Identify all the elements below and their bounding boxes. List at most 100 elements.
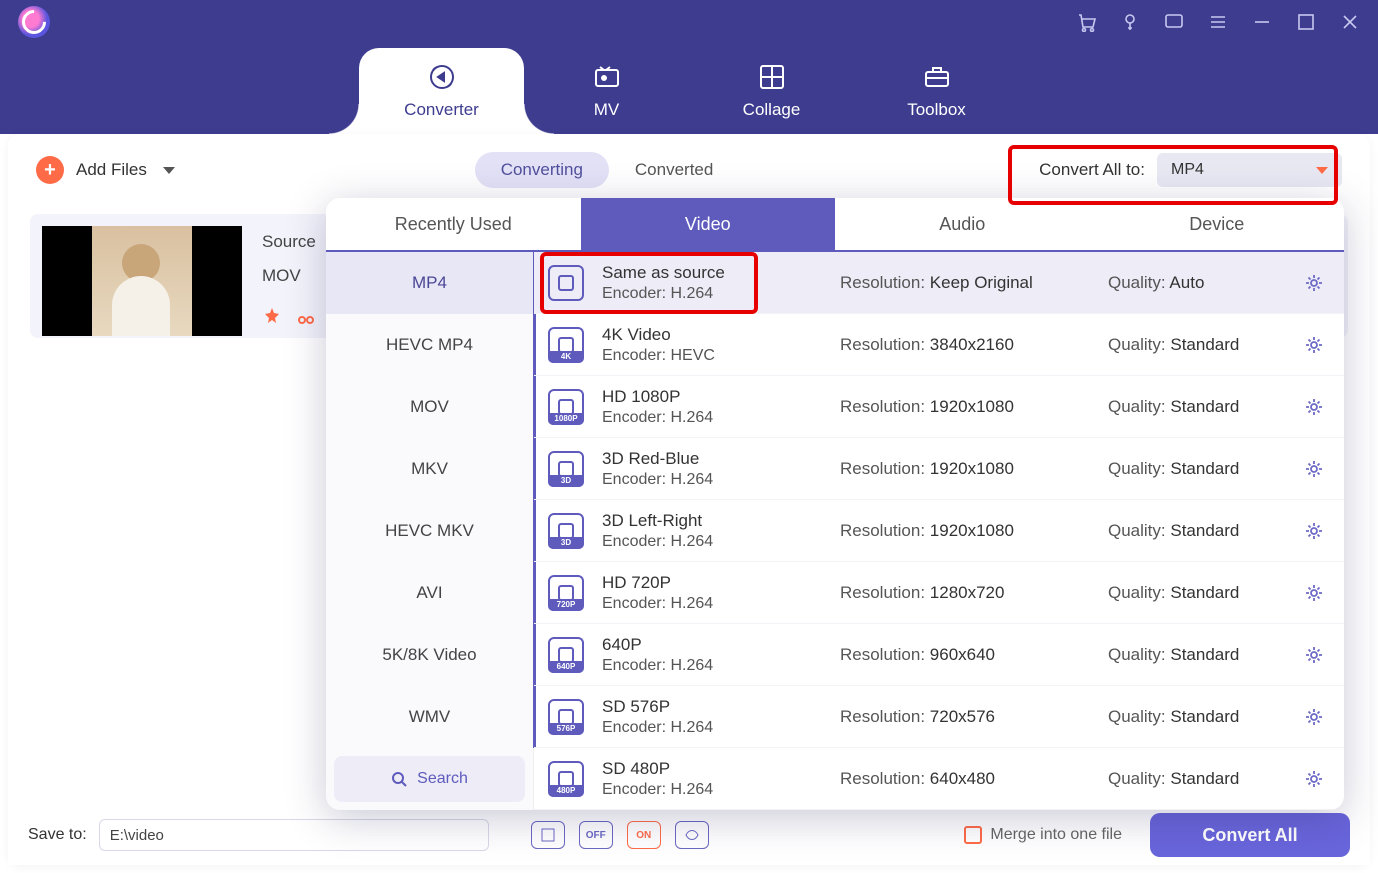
preset-quality: Quality: Standard [1108,459,1286,479]
preset-encoder: Encoder: H.264 [602,781,822,799]
tab-audio[interactable]: Audio [835,198,1090,250]
cart-icon[interactable] [1076,12,1096,32]
key-icon[interactable] [1120,12,1140,32]
preset-title: HD 1080P [602,387,822,407]
preset-title: 640P [602,635,822,655]
menu-icon[interactable] [1208,12,1228,32]
preset-encoder: Encoder: H.264 [602,533,822,551]
tab-converted[interactable]: Converted [609,152,739,188]
format-item[interactable]: MKV [326,438,533,500]
preset-row[interactable]: 3D3D Left-RightEncoder: H.264Resolution:… [534,500,1344,562]
gear-icon[interactable] [1304,583,1324,603]
search-icon [391,771,407,787]
format-item[interactable]: MOV [326,376,533,438]
save-path-input[interactable] [99,819,489,851]
effects-icon[interactable] [262,306,282,326]
gear-icon[interactable] [1304,521,1324,541]
tab-recently-used[interactable]: Recently Used [326,198,581,250]
converter-icon [427,62,457,92]
preset-icon [548,265,584,301]
format-item[interactable]: AVI [326,562,533,624]
gear-icon[interactable] [1304,273,1324,293]
add-files-label: Add Files [76,160,147,180]
preset-name-col: 640PEncoder: H.264 [602,635,822,675]
popup-tabs: Recently Used Video Audio Device [326,198,1344,252]
format-item[interactable]: HEVC MP4 [326,314,533,376]
cut-icon[interactable] [296,306,316,326]
close-icon[interactable] [1340,12,1360,32]
gear-icon[interactable] [1304,335,1324,355]
toggle-1[interactable] [531,821,565,849]
merge-label: Merge into one file [990,826,1122,844]
convert-all-button[interactable]: Convert All [1150,813,1350,857]
preset-row[interactable]: 480PSD 480PEncoder: H.264Resolution: 640… [534,748,1344,810]
source-label: Source [262,232,316,252]
preset-icon: 720P [548,575,584,611]
format-sidebar: MP4HEVC MP4MOVMKVHEVC MKVAVI5K/8K VideoW… [326,252,534,810]
collage-icon [757,62,787,92]
minimize-icon[interactable] [1252,12,1272,32]
maximize-icon[interactable] [1296,12,1316,32]
preset-row[interactable]: 640P640PEncoder: H.264 Resolution: 960x64… [534,624,1344,686]
preset-row[interactable]: 4K4K VideoEncoder: HEVCResolution: 3840x… [534,314,1344,376]
search-button[interactable]: Search [334,756,525,802]
format-dropdown[interactable]: MP4 [1157,153,1342,187]
format-item[interactable]: HEVC MKV [326,500,533,562]
toolbar: + Add Files Converting Converted Convert… [8,146,1370,194]
preset-row[interactable]: 720PHD 720PEncoder: H.264Resolution: 128… [534,562,1344,624]
preset-quality: Quality: Standard [1108,583,1286,603]
tab-toolbox[interactable]: Toolbox [854,48,1019,134]
preset-encoder: Encoder: H.264 [602,471,822,489]
tab-device[interactable]: Device [1090,198,1345,250]
preset-name-col: 3D Red-Blue Encoder: H.264 [602,449,822,489]
preset-resolution: Resolution: 3840x2160 [840,335,1090,355]
preset-resolution: Resolution: 720x576 [840,707,1090,727]
add-files-button[interactable]: + Add Files [36,156,175,184]
preset-row[interactable]: Same as sourceEncoder: H.264 Resolution: … [534,252,1344,314]
preset-row[interactable]: 576PSD 576PEncoder: H.264Resolution: 720… [534,686,1344,748]
tab-label: Toolbox [907,100,966,120]
preset-name-col: 4K VideoEncoder: HEVC [602,325,822,365]
preset-encoder: Encoder: H.264 [602,409,822,427]
footer-bar: Save to: Merge into one file Convert All [8,805,1370,865]
preset-encoder: Encoder: H.264 [602,595,822,613]
gpu-on-toggle[interactable] [627,821,661,849]
file-format: MOV [262,266,301,286]
preset-icon: 3D [548,513,584,549]
preset-resolution: Resolution: 1920x1080 [840,397,1090,417]
preset-name-col: Same as sourceEncoder: H.264 [602,263,822,303]
gpu-off-toggle[interactable] [579,821,613,849]
format-item[interactable]: 5K/8K Video [326,624,533,686]
preset-row[interactable]: 1080PHD 1080PEncoder: H.264Resolution: 1… [534,376,1344,438]
selected-format: MP4 [1171,161,1204,179]
gear-icon[interactable] [1304,397,1324,417]
gear-icon[interactable] [1304,645,1324,665]
preset-resolution: Resolution: Keep Original [840,273,1090,293]
preset-list: Same as sourceEncoder: H.264 Resolution: … [534,252,1344,810]
tab-converting[interactable]: Converting [475,152,609,188]
tab-video[interactable]: Video [581,198,836,250]
preset-resolution: Resolution: 960x640 [840,645,1090,665]
merge-checkbox[interactable]: Merge into one file [964,826,1122,844]
feedback-icon[interactable] [1164,12,1184,32]
gear-icon[interactable] [1304,707,1324,727]
convert-all-label: Convert All to: [1039,160,1145,180]
tab-converter[interactable]: Converter [359,48,524,134]
format-line: MOV [262,266,316,286]
preset-quality: Quality: Standard [1108,645,1286,665]
gear-icon[interactable] [1304,459,1324,479]
video-thumbnail[interactable] [42,226,242,336]
toggle-4[interactable] [675,821,709,849]
preset-encoder: Encoder: H.264 [602,719,822,737]
preset-title: 3D Red-Blue [602,449,822,469]
chevron-down-icon [1316,167,1328,174]
preset-title: 4K Video [602,325,822,345]
format-item[interactable]: WMV [326,686,533,748]
app-logo [18,6,50,38]
preset-row[interactable]: 3D3D Red-BlueEncoder: H.264Resolution: 1… [534,438,1344,500]
preset-resolution: Resolution: 1920x1080 [840,459,1090,479]
chevron-down-icon [163,167,175,174]
format-item[interactable]: MP4 [326,252,533,314]
tab-collage[interactable]: Collage [689,48,854,134]
gear-icon[interactable] [1304,769,1324,789]
